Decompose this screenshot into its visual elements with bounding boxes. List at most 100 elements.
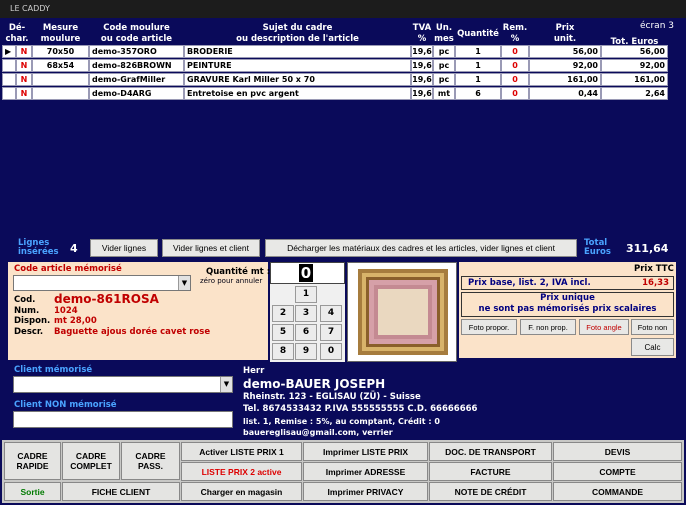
row-desc[interactable]: PEINTURE: [184, 59, 411, 72]
row-rem[interactable]: 0: [501, 73, 529, 86]
row-qty[interactable]: 1: [455, 73, 501, 86]
imprimer-liste-button[interactable]: Imprimer LISTE PRIX: [303, 442, 428, 461]
col-prix: Prix unit.: [553, 23, 577, 44]
cadre-complet-button[interactable]: CADRE COMPLET: [62, 442, 120, 480]
key-4[interactable]: 4: [320, 305, 342, 322]
liste-prix-2-button[interactable]: LISTE PRIX 2 active: [181, 462, 302, 481]
row-prix[interactable]: 0,44: [529, 87, 601, 100]
table-row[interactable]: N demo-D4ARG Entretoise en pvc argent 19…: [0, 87, 686, 101]
foto-non-button[interactable]: Foto non: [631, 319, 674, 335]
key-3[interactable]: 3: [295, 305, 317, 322]
row-code[interactable]: demo-D4ARG: [89, 87, 184, 100]
row-unit[interactable]: pc: [433, 73, 455, 86]
row-code[interactable]: demo-GrafMiller: [89, 73, 184, 86]
row-prix[interactable]: 161,00: [529, 73, 601, 86]
client-memorise-select[interactable]: ▼: [13, 376, 233, 393]
key-7[interactable]: 7: [320, 324, 342, 341]
descr-label: Descr.: [14, 327, 44, 337]
activer-liste-button[interactable]: Activer LISTE PRIX 1: [181, 442, 302, 461]
row-tva[interactable]: 19,6: [411, 87, 433, 100]
calc-button[interactable]: Calc: [631, 338, 674, 356]
client-address: Rheinstr. 123 - EGLISAU (ZÜ) - Suisse: [243, 392, 421, 402]
row-mesure[interactable]: 70x50: [32, 45, 89, 58]
charger-button[interactable]: Charger en magasin: [181, 482, 302, 501]
doc-transport-button[interactable]: DOC. DE TRANSPORT: [429, 442, 552, 461]
cadre-rapide-button[interactable]: CADRE RAPIDE: [4, 442, 61, 480]
facture-button[interactable]: FACTURE: [429, 462, 552, 481]
row-code[interactable]: demo-826BROWN: [89, 59, 184, 72]
key-9[interactable]: 9: [295, 343, 317, 360]
key-2[interactable]: 2: [272, 305, 294, 322]
key-8[interactable]: 8: [272, 343, 294, 360]
vider-lignes-button[interactable]: Vider lignes: [90, 239, 158, 257]
client-email: bauereglisau@gmail.com, verrier: [243, 428, 393, 437]
total-value: 311,64: [626, 242, 669, 255]
note-credit-button[interactable]: NOTE DE CRÉDIT: [429, 482, 552, 501]
row-mesure[interactable]: 68x54: [32, 59, 89, 72]
row-qty[interactable]: 1: [455, 59, 501, 72]
prix-ttc-label: Prix TTC: [634, 264, 674, 274]
row-tva[interactable]: 19,6: [411, 73, 433, 86]
col-sujet: Sujet du cadre ou description de l'artic…: [236, 23, 359, 44]
table-row[interactable]: N demo-GrafMiller GRAVURE Karl Miller 50…: [0, 73, 686, 87]
table-scrollbar[interactable]: [674, 22, 684, 252]
row-qty[interactable]: 6: [455, 87, 501, 100]
compte-button[interactable]: COMPTE: [553, 462, 682, 481]
order-table: ▶ N 70x50 demo-357ORO BRODERIE 19,6 pc 1…: [0, 45, 686, 105]
prix-base-label: Prix base, list. 2, IVA incl.: [468, 278, 591, 288]
row-unit[interactable]: mt: [433, 87, 455, 100]
row-mesure[interactable]: [32, 87, 89, 100]
row-desc[interactable]: BRODERIE: [184, 45, 411, 58]
key-0[interactable]: 0: [320, 343, 342, 360]
dispon-label: Dispon.: [14, 316, 51, 326]
row-flag[interactable]: N: [16, 59, 32, 72]
quantity-input[interactable]: 0: [270, 262, 345, 284]
commande-button[interactable]: COMMANDE: [553, 482, 682, 501]
devis-button[interactable]: DEVIS: [553, 442, 682, 461]
code-article-select[interactable]: ▼: [13, 275, 191, 291]
chevron-down-icon[interactable]: ▼: [220, 377, 232, 392]
row-tva[interactable]: 19,6: [411, 45, 433, 58]
cadre-pass-button[interactable]: CADRE PASS.: [121, 442, 180, 480]
row-desc[interactable]: GRAVURE Karl Miller 50 x 70: [184, 73, 411, 86]
row-flag[interactable]: N: [16, 45, 32, 58]
sortie-button[interactable]: Sortie: [4, 482, 61, 501]
table-row[interactable]: N 68x54 demo-826BROWN PEINTURE 19,6 pc 1…: [0, 59, 686, 73]
row-tva[interactable]: 19,6: [411, 59, 433, 72]
key-6[interactable]: 6: [295, 324, 317, 341]
row-unit[interactable]: pc: [433, 59, 455, 72]
row-desc[interactable]: Entretoise en pvc argent: [184, 87, 411, 100]
row-rem[interactable]: 0: [501, 59, 529, 72]
key-5[interactable]: 5: [272, 324, 294, 341]
row-unit[interactable]: pc: [433, 45, 455, 58]
col-tva: TVA %: [412, 23, 432, 44]
row-pointer: [2, 59, 16, 72]
row-flag[interactable]: N: [16, 73, 32, 86]
col-unmes: Un. mes: [434, 23, 454, 44]
row-pointer: [2, 73, 16, 86]
row-mesure[interactable]: [32, 73, 89, 86]
row-qty[interactable]: 1: [455, 45, 501, 58]
chevron-down-icon[interactable]: ▼: [178, 276, 190, 290]
vider-lignes-client-button[interactable]: Vider lignes et client: [162, 239, 260, 257]
row-code[interactable]: demo-357ORO: [89, 45, 184, 58]
imprimer-privacy-button[interactable]: Imprimer PRIVACY: [303, 482, 428, 501]
foto-propor-button[interactable]: Foto propor.: [461, 319, 517, 335]
row-pointer: ▶: [2, 45, 16, 58]
table-row[interactable]: ▶ N 70x50 demo-357ORO BRODERIE 19,6 pc 1…: [0, 45, 686, 59]
row-flag[interactable]: N: [16, 87, 32, 100]
foto-angle-button[interactable]: Foto angle: [579, 319, 629, 335]
prix-unique-box: Prix unique ne sont pas mémorisés prix s…: [461, 292, 674, 317]
row-prix[interactable]: 92,00: [529, 59, 601, 72]
col-code: Code moulure ou code article: [100, 23, 173, 44]
fiche-client-button[interactable]: FICHE CLIENT: [62, 482, 180, 501]
col-rem: Rem. %: [502, 23, 528, 44]
imprimer-adresse-button[interactable]: Imprimer ADRESSE: [303, 462, 428, 481]
row-rem[interactable]: 0: [501, 87, 529, 100]
f-non-prop-button[interactable]: F. non prop.: [520, 319, 576, 335]
row-prix[interactable]: 56,00: [529, 45, 601, 58]
row-rem[interactable]: 0: [501, 45, 529, 58]
client-non-memorise-input[interactable]: [13, 411, 233, 428]
decharger-button[interactable]: Décharger les matériaux des cadres et le…: [265, 239, 577, 257]
key-1[interactable]: 1: [295, 286, 317, 303]
